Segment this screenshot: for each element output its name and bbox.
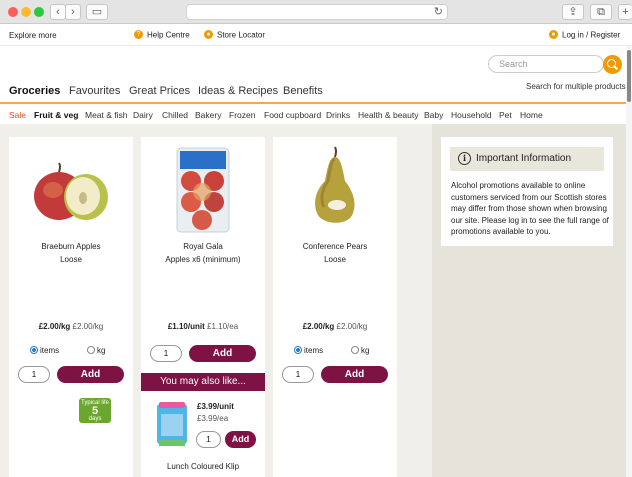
- product-name[interactable]: Royal Gala: [141, 240, 265, 253]
- product-card: Conference Pears Loose £2.00/kg £2.00/kg…: [273, 137, 397, 477]
- nav-groceries[interactable]: Groceries: [9, 85, 60, 97]
- tabs-overview-icon[interactable]: ⧉: [590, 4, 612, 20]
- suggestion-price: £3.99/unit: [197, 402, 234, 411]
- apple-bag-image[interactable]: [176, 147, 230, 233]
- store-locator-link[interactable]: ● Store Locator: [204, 30, 265, 40]
- cat-home[interactable]: Home: [520, 110, 543, 120]
- cat-fruit-veg[interactable]: Fruit & veg: [34, 110, 78, 120]
- typical-life-badge: Typical life 5 days: [79, 398, 111, 423]
- important-information-box: i Important Information Alcohol promotio…: [441, 137, 613, 246]
- quantity-input[interactable]: 1: [282, 366, 314, 383]
- explore-more-link[interactable]: Explore more: [9, 31, 57, 40]
- cat-dairy[interactable]: Dairy: [133, 110, 153, 120]
- nav-divider: [0, 102, 632, 104]
- search-input[interactable]: Search: [488, 55, 604, 73]
- nav-favourites[interactable]: Favourites: [69, 85, 120, 97]
- nav-ideas-recipes[interactable]: Ideas & Recipes: [198, 85, 278, 97]
- product-card: Braeburn Apples Loose £2.00/kg £2.00/kg …: [9, 137, 133, 477]
- nav-great-prices[interactable]: Great Prices: [129, 85, 190, 97]
- product-price: £1.10/unit £1.10/ea: [167, 322, 239, 331]
- product-variant: Apples x6 (minimum): [165, 255, 241, 264]
- info-icon: i: [458, 152, 471, 165]
- user-icon: ●: [549, 30, 558, 40]
- suggestion-name[interactable]: Lunch Coloured Klip: [141, 462, 265, 471]
- cat-meat-fish[interactable]: Meat & fish: [85, 110, 128, 120]
- apple-image[interactable]: [31, 162, 111, 224]
- cat-baby[interactable]: Baby: [424, 110, 443, 120]
- add-button[interactable]: Add: [189, 345, 256, 362]
- cat-drinks[interactable]: Drinks: [326, 110, 350, 120]
- pear-image[interactable]: [313, 145, 357, 231]
- cat-health-beauty[interactable]: Health & beauty: [358, 110, 418, 120]
- info-header: i Important Information: [450, 147, 604, 171]
- unit-radio-items[interactable]: items: [294, 346, 323, 355]
- search-multiple-link[interactable]: Search for multiple products: [526, 82, 626, 91]
- address-bar[interactable]: ↻: [186, 4, 448, 20]
- product-name[interactable]: Conference Pears: [273, 240, 397, 253]
- product-price: £2.00/kg £2.00/kg: [38, 322, 104, 331]
- radio-icon: [294, 346, 302, 354]
- info-text: Alcohol promotions available to online c…: [451, 181, 609, 236]
- suggestion-add-button[interactable]: Add: [225, 431, 256, 448]
- utility-bar: Explore more ? Help Centre ● Store Locator…: [0, 24, 632, 46]
- unit-radio-items[interactable]: items: [30, 346, 59, 355]
- add-button[interactable]: Add: [57, 366, 124, 383]
- location-icon: ●: [204, 30, 213, 40]
- product-price: £2.00/kg £2.00/kg: [302, 322, 368, 331]
- login-register-link[interactable]: ● Log in / Register: [549, 30, 620, 40]
- product-variant: Loose: [324, 255, 346, 264]
- help-centre-link[interactable]: ? Help Centre: [134, 30, 190, 40]
- search-icon[interactable]: [603, 55, 622, 74]
- back-icon[interactable]: ‹: [50, 4, 66, 20]
- radio-icon: [30, 346, 38, 354]
- minimize-window-button[interactable]: [21, 7, 31, 17]
- suggestion-unit-price: £3.99/ea: [197, 414, 229, 423]
- cat-bakery[interactable]: Bakery: [195, 110, 221, 120]
- nav-benefits[interactable]: Benefits: [283, 85, 323, 97]
- zoom-window-button[interactable]: [34, 7, 44, 17]
- unit-radio-kg[interactable]: kg: [351, 346, 369, 355]
- suggestion-quantity-input[interactable]: 1: [196, 431, 221, 448]
- cat-chilled[interactable]: Chilled: [162, 110, 188, 120]
- radio-icon: [351, 346, 359, 354]
- cat-food-cupboard[interactable]: Food cupboard: [264, 110, 321, 120]
- add-button[interactable]: Add: [321, 366, 388, 383]
- sidebar-icon[interactable]: ▭: [86, 4, 108, 20]
- quantity-input[interactable]: 1: [150, 345, 182, 362]
- quantity-input[interactable]: 1: [18, 366, 50, 383]
- radio-icon: [87, 346, 95, 354]
- cat-pet[interactable]: Pet: [499, 110, 512, 120]
- lunchbox-image[interactable]: [155, 400, 189, 448]
- product-variant: Loose: [60, 255, 82, 264]
- close-window-button[interactable]: [8, 7, 18, 17]
- cat-household[interactable]: Household: [451, 110, 492, 120]
- scrollbar-thumb[interactable]: [627, 50, 631, 102]
- reload-icon[interactable]: ↻: [434, 5, 443, 19]
- help-icon: ?: [134, 30, 143, 40]
- cat-frozen[interactable]: Frozen: [229, 110, 255, 120]
- product-name[interactable]: Braeburn Apples: [9, 240, 133, 253]
- forward-icon[interactable]: ›: [65, 4, 81, 20]
- you-may-also-like-header: You may also like...: [141, 373, 265, 391]
- cat-sale[interactable]: Sale: [9, 110, 26, 120]
- scrollbar[interactable]: [626, 46, 632, 477]
- new-tab-icon[interactable]: +: [618, 4, 632, 20]
- browser-toolbar: ‹ › ▭ ↻ ⇪ ⧉ +: [0, 0, 632, 24]
- unit-radio-kg[interactable]: kg: [87, 346, 105, 355]
- share-icon[interactable]: ⇪: [562, 4, 584, 20]
